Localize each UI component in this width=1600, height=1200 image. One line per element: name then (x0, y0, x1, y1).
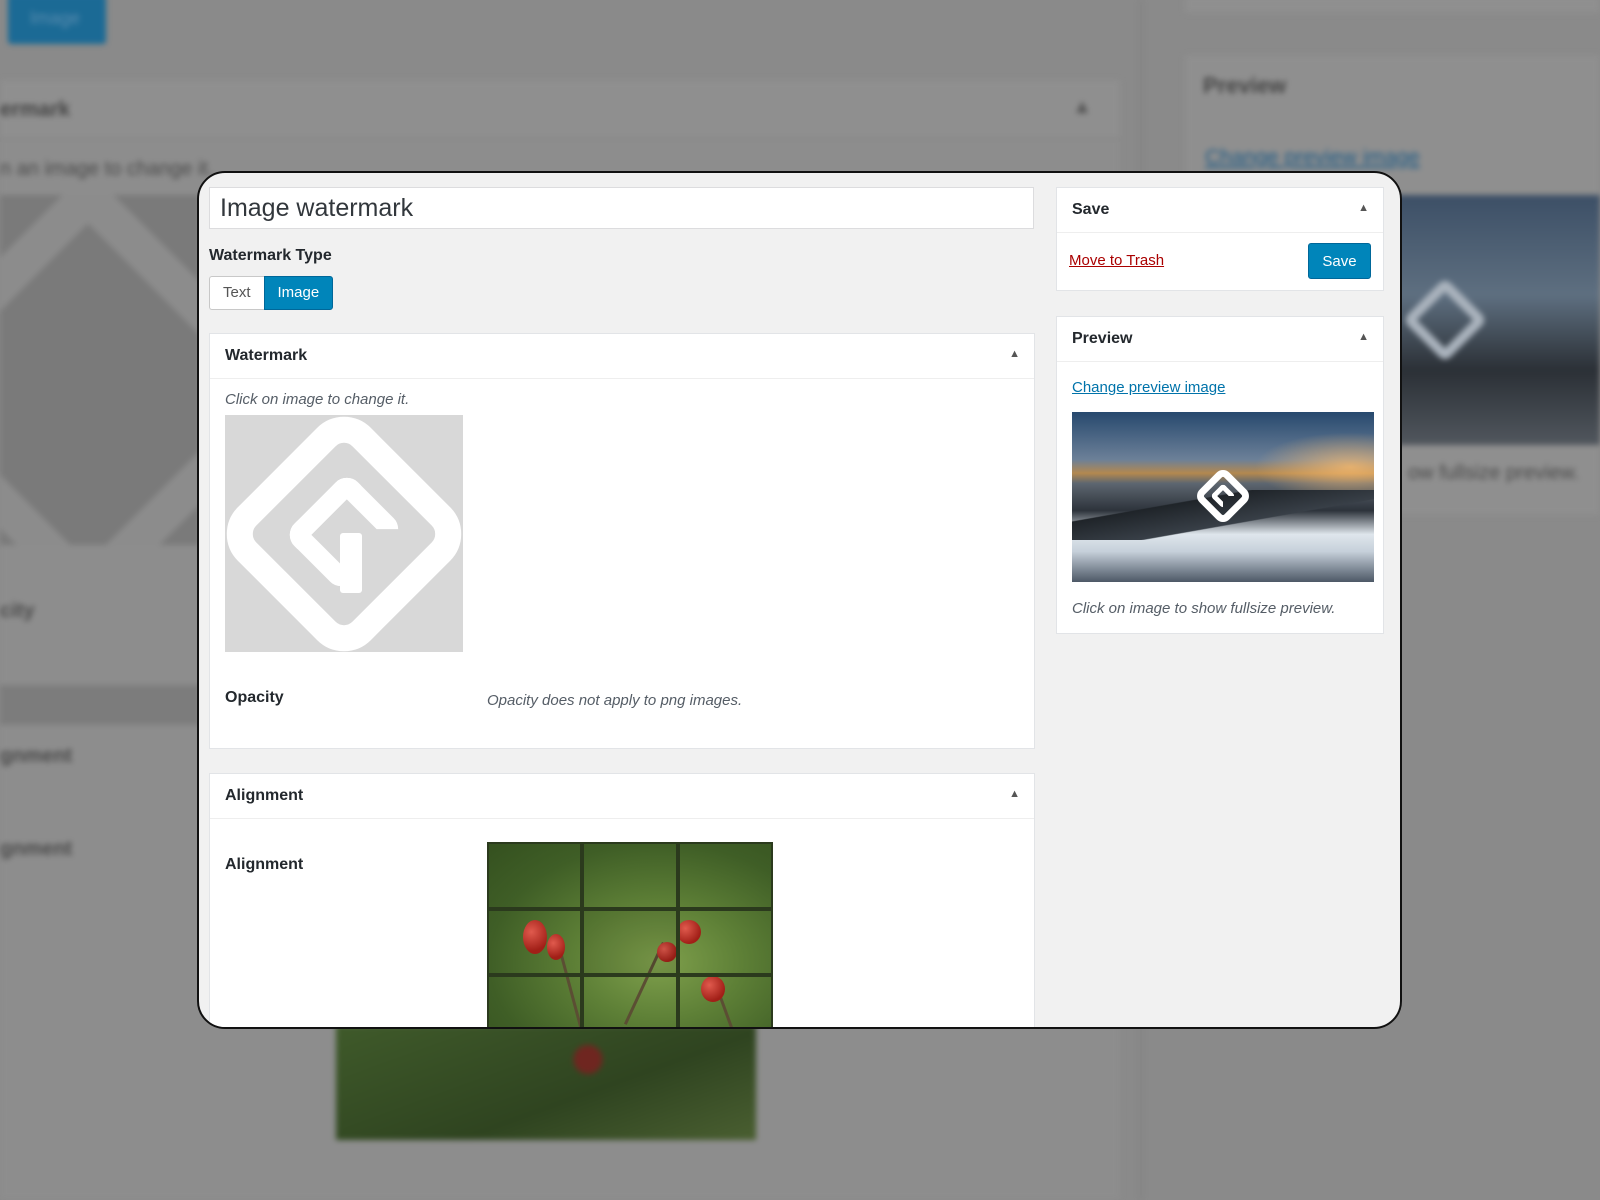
alignment-panel-header[interactable]: Alignment ▲ (210, 774, 1034, 819)
alignment-cell-middle-right[interactable] (677, 908, 773, 976)
preview-panel-title: Preview (1072, 330, 1133, 347)
watermark-type-image-button[interactable]: Image (263, 276, 334, 310)
triangle-up-icon[interactable]: ▲ (1009, 788, 1020, 800)
background-right-top (1185, 0, 1600, 13)
preview-note: Click on image to show fullsize preview. (1072, 600, 1336, 617)
preview-panel: Preview ▲ Change preview image Click on … (1056, 316, 1384, 634)
background-preview-link: Change preview image (1205, 146, 1420, 169)
background-preview-title: Preview (1203, 73, 1287, 98)
save-panel-title: Save (1072, 201, 1110, 218)
alignment-grid-image (487, 842, 773, 1027)
background-alignment-label: gnment (0, 745, 73, 767)
background-preview-image (1390, 195, 1600, 445)
alignment-cell-top-left[interactable] (487, 842, 583, 909)
alignment-label: Alignment (225, 856, 304, 873)
preview-panel-header[interactable]: Preview ▲ (1057, 317, 1383, 362)
triangle-up-icon[interactable]: ▲ (1009, 348, 1020, 360)
background-watermark-title-text: ermark (0, 98, 71, 121)
preview-image[interactable] (1072, 412, 1374, 582)
alignment-cell-bottom-left[interactable] (487, 975, 583, 1027)
triangle-up-icon[interactable]: ▲ (1358, 202, 1369, 214)
opacity-note: Opacity does not apply to png images. (487, 692, 743, 709)
alignment-panel-title: Alignment (225, 787, 304, 804)
watermark-image[interactable] (225, 415, 463, 652)
alignment-cell-top-right[interactable] (677, 842, 773, 909)
background-band (0, 685, 200, 725)
watermark-hint: Click on image to change it. (225, 391, 410, 408)
background-toggle-icon: ▲ (1072, 96, 1092, 118)
watermark-type-switch: Text Image (209, 276, 334, 310)
watermark-type-label: Watermark Type (209, 247, 332, 264)
background-preview-note: ow fullsize preview. (1408, 462, 1580, 484)
alignment-cell-bottom-center[interactable] (582, 975, 678, 1027)
background-watermark-title: ermark ▲ (0, 80, 1120, 139)
opacity-label: Opacity (225, 689, 284, 706)
watermark-type-text-button[interactable]: Text (209, 276, 264, 310)
title-input[interactable]: Image watermark (209, 187, 1034, 229)
triangle-up-icon[interactable]: ▲ (1358, 331, 1369, 343)
watermark-panel-title: Watermark (225, 347, 308, 364)
background-hint: n an image to change it. (0, 158, 214, 180)
save-button[interactable]: Save (1308, 243, 1371, 279)
alignment-panel: Alignment ▲ Alignment (209, 773, 1035, 1027)
alignment-cell-bottom-right[interactable] (677, 975, 773, 1027)
editor-card: Image watermark Watermark Type Text Imag… (197, 171, 1402, 1029)
alignment-cell-middle-center[interactable] (582, 908, 678, 976)
save-panel: Save ▲ Move to Trash Save (1056, 187, 1384, 291)
background-image-button: Image (8, 0, 106, 44)
watermark-panel-header[interactable]: Watermark ▲ (210, 334, 1034, 379)
background-alignment-label-2: gnment (0, 838, 73, 860)
save-panel-header[interactable]: Save ▲ (1057, 188, 1383, 233)
background-image-button-label: Image (30, 8, 81, 28)
change-preview-image-link[interactable]: Change preview image (1072, 379, 1225, 396)
alignment-cell-middle-left[interactable] (487, 908, 583, 976)
watermark-panel: Watermark ▲ Click on image to change it.… (209, 333, 1035, 749)
move-to-trash-link[interactable]: Move to Trash (1069, 252, 1164, 269)
background-watermark-image (0, 195, 200, 545)
background-opacity-label: city (0, 600, 35, 622)
alignment-cell-top-center[interactable] (582, 842, 678, 909)
background-alignment-image (336, 1025, 756, 1140)
